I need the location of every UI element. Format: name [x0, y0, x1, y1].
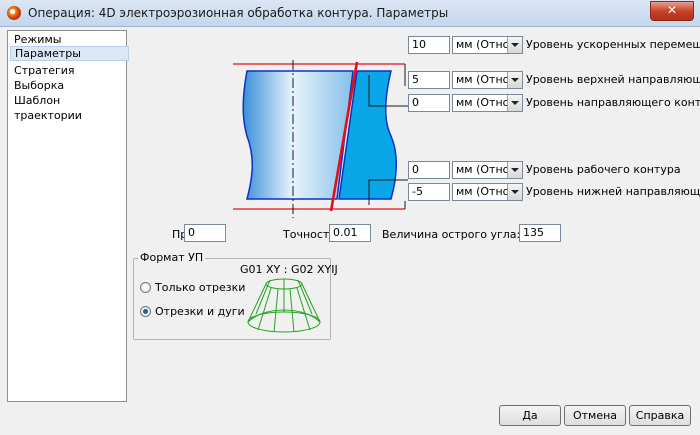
nav-item-parameters[interactable]: Параметры — [10, 46, 129, 61]
lower-guide-label: Уровень нижней направляющей — [526, 185, 700, 198]
sharp-angle-field[interactable]: 135 — [519, 224, 561, 242]
chevron-down-icon[interactable] — [507, 95, 522, 111]
nav-item-modes[interactable]: Режимы — [10, 32, 127, 47]
upper-guide-label: Уровень верхней направляющей — [526, 73, 700, 86]
chevron-down-icon[interactable] — [507, 184, 522, 200]
ok-button[interactable]: Да — [499, 405, 561, 426]
lower-guide-unit-select[interactable]: мм (Относи — [452, 183, 523, 201]
nav-item-path-template[interactable]: Шаблон траектории — [10, 93, 127, 122]
guide-contour-unit-select[interactable]: мм (Относи — [452, 94, 523, 112]
lower-guide-field[interactable]: -5 — [408, 183, 450, 201]
upper-guide-unit-select[interactable]: мм (Относи — [452, 71, 523, 89]
nav-item-selection[interactable]: Выборка — [10, 78, 127, 93]
upper-guide-field[interactable]: 5 — [408, 71, 450, 89]
work-contour-field[interactable]: 0 — [408, 161, 450, 179]
parameters-panel: 10 мм (Относи Уровень ускоренных перемещ… — [133, 30, 700, 400]
title-bar: Операция: 4D электроэрозионная обработка… — [0, 0, 700, 27]
help-button[interactable]: Справка — [629, 405, 691, 426]
guide-contour-label: Уровень направляющего контура — [526, 96, 700, 109]
nav-item-strategy[interactable]: Стратегия — [10, 63, 127, 78]
chevron-down-icon[interactable] — [507, 72, 522, 88]
segments-only-label[interactable]: Только отрезки — [155, 281, 245, 294]
format-group-title: Формат УП — [138, 251, 206, 264]
segments-only-radio[interactable] — [140, 282, 151, 293]
code-format-label: G01 XY : G02 XYIJ — [240, 263, 338, 276]
format-group: Формат УП G01 XY : G02 XYIJ Только отрез… — [133, 251, 338, 340]
chevron-down-icon[interactable] — [507, 162, 522, 178]
work-contour-unit-select[interactable]: мм (Относи — [452, 161, 523, 179]
cancel-button[interactable]: Отмена — [564, 405, 626, 426]
window-title: Операция: 4D электроэрозионная обработка… — [28, 6, 449, 20]
guide-contour-field[interactable]: 0 — [408, 94, 450, 112]
accuracy-field[interactable]: 0.01 — [329, 224, 371, 242]
wire-path-icon — [247, 278, 321, 333]
segments-arcs-radio[interactable] — [140, 306, 151, 317]
app-icon — [7, 6, 21, 20]
rapid-level-unit-select[interactable]: мм (Относи — [452, 36, 523, 54]
sharp-angle-label: Величина острого угла: — [382, 228, 521, 241]
nav-list: Режимы Параметры Стратегия Выборка Шабло… — [7, 30, 129, 402]
allowance-field[interactable]: 0 — [184, 224, 226, 242]
chevron-down-icon[interactable] — [507, 37, 522, 53]
rapid-level-field[interactable]: 10 — [408, 36, 450, 54]
rapid-level-label: Уровень ускоренных перемещений — [526, 38, 700, 51]
close-button[interactable]: ✕ — [650, 1, 694, 21]
work-contour-label: Уровень рабочего контура — [526, 163, 681, 176]
segments-arcs-label[interactable]: Отрезки и дуги — [155, 305, 245, 318]
